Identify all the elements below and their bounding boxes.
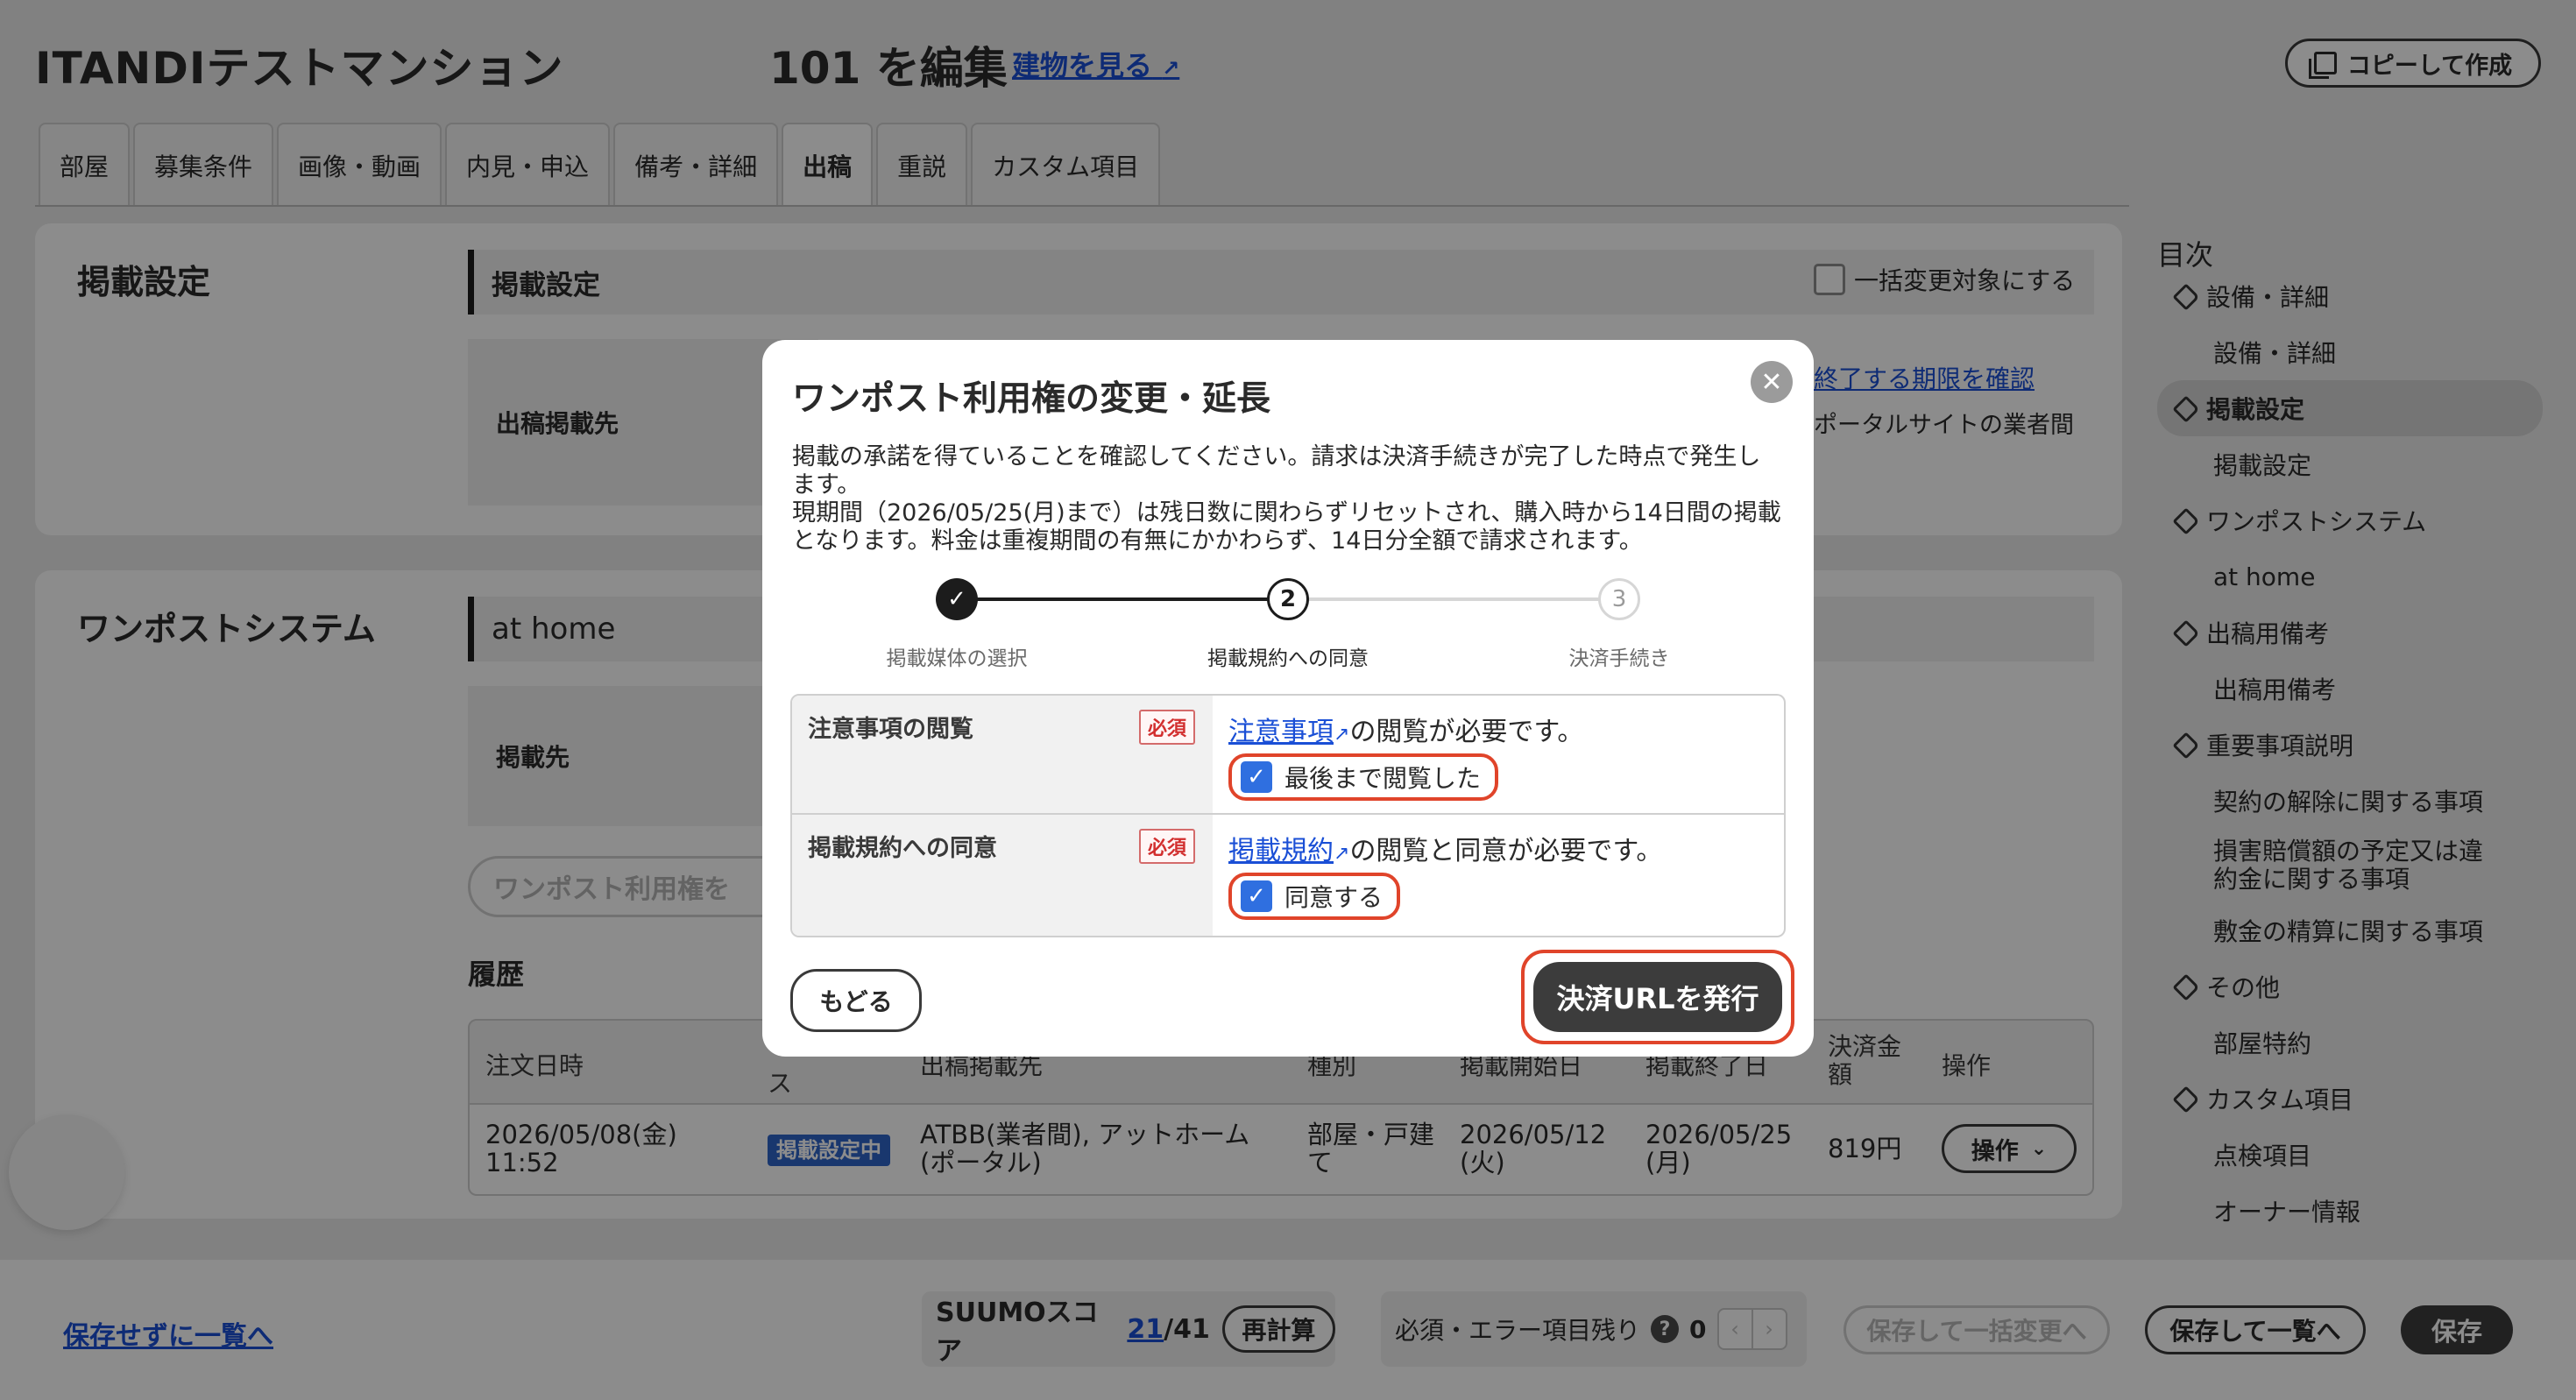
- agreement-label: 注意事項の閲覧: [808, 716, 973, 743]
- step-line-pending: [1288, 597, 1619, 601]
- checkbox-checked-icon[interactable]: ✓: [1241, 880, 1272, 912]
- step-label: 掲載媒体の選択: [886, 647, 1028, 670]
- notice-link[interactable]: 注意事項: [1228, 717, 1334, 747]
- step-label: 決済手続き: [1568, 647, 1670, 670]
- required-badge: 必須: [1139, 710, 1196, 745]
- modal-paragraph: 現期間（2026/05/25(月)まで）は残日数に関わらずリセットされ、購入時か…: [792, 499, 1781, 555]
- terms-link[interactable]: 掲載規約: [1228, 836, 1334, 866]
- external-link-icon: ↗: [1334, 843, 1350, 865]
- agreement-label: 掲載規約への同意: [808, 835, 997, 862]
- onepost-change-modal: ワンポスト利用権の変更・延長 ✕ 掲載の承諾を得ていることを確認してください。請…: [762, 340, 1814, 1057]
- modal-paragraph: 掲載の承諾を得ていることを確認してください。請求は決済手続きが完了した時点で発生…: [792, 443, 1761, 498]
- agreement-text: の閲覧と同意が必要です。: [1349, 836, 1663, 866]
- agreement-row: 掲載規約への同意 必須 掲載規約↗の閲覧と同意が必要です。 ✓ 同意する: [792, 815, 1784, 936]
- step-number: 2: [1267, 578, 1309, 620]
- stepper: ✓ 2 3 掲載媒体の選択 掲載規約への同意 決済手続き: [762, 571, 1814, 670]
- modal-description: 掲載の承諾を得ていることを確認してください。請求は決済手続きが完了した時点で発生…: [792, 443, 1782, 555]
- checkbox-label: 同意する: [1284, 883, 1384, 912]
- step-label: 掲載規約への同意: [1207, 647, 1369, 670]
- checkbox-checked-icon[interactable]: ✓: [1241, 761, 1272, 793]
- issue-payment-url-button[interactable]: 決済URLを発行: [1533, 962, 1782, 1032]
- agree-checkbox[interactable]: ✓ 同意する: [1228, 873, 1401, 920]
- agreement-text: の閲覧が必要です。: [1349, 717, 1584, 747]
- step-line-done: [957, 597, 1288, 601]
- agreement-table: 注意事項の閲覧 必須 注意事項↗の閲覧が必要です。 ✓ 最後まで閲覧した 掲載規…: [790, 694, 1786, 937]
- modal-title: ワンポスト利用権の変更・延長: [792, 379, 1271, 419]
- checkbox-label: 最後まで閲覧した: [1284, 764, 1482, 793]
- check-icon: ✓: [936, 578, 978, 620]
- required-badge: 必須: [1139, 829, 1196, 864]
- back-button[interactable]: もどる: [790, 969, 922, 1032]
- step-number: 3: [1598, 578, 1640, 620]
- external-link-icon: ↗: [1334, 724, 1350, 746]
- read-to-end-checkbox[interactable]: ✓ 最後まで閲覧した: [1228, 753, 1499, 801]
- agreement-row: 注意事項の閲覧 必須 注意事項↗の閲覧が必要です。 ✓ 最後まで閲覧した: [792, 696, 1784, 815]
- close-icon[interactable]: ✕: [1751, 361, 1793, 403]
